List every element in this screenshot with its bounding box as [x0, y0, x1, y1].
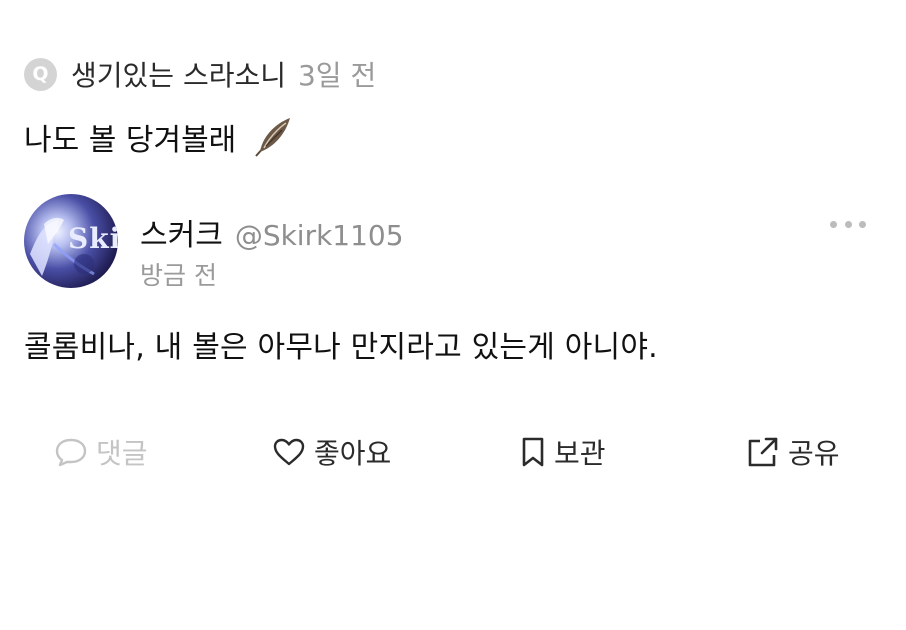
share-arrow-icon: [748, 437, 778, 467]
quoted-post-text: 나도 볼 당겨볼래: [24, 123, 237, 158]
author-line: 스커크 @Skirk1105: [140, 210, 404, 254]
save-button[interactable]: 보관: [520, 430, 606, 474]
comment-button[interactable]: 댓글: [54, 430, 148, 474]
action-bar: 댓글 좋아요 보관 공유: [0, 430, 906, 474]
more-dot: [830, 220, 837, 228]
q-badge-icon: Q: [24, 57, 57, 91]
author-display-name[interactable]: 스커크: [140, 210, 223, 254]
like-button[interactable]: 좋아요: [272, 430, 391, 474]
more-dots-icon[interactable]: [830, 216, 866, 232]
more-dot: [859, 220, 866, 228]
avatar-text: Ski: [68, 222, 118, 255]
quoted-post-text-row[interactable]: 나도 볼 당겨볼래: [24, 112, 296, 162]
avatar[interactable]: Ski: [24, 194, 118, 288]
feather-icon: [250, 114, 296, 160]
quoted-author-name[interactable]: 생기있는 스라소니: [71, 54, 286, 94]
share-button[interactable]: 공유: [746, 430, 840, 474]
author-handle[interactable]: @Skirk1105: [235, 219, 404, 252]
quoted-post-time: 3일 전: [297, 59, 377, 92]
like-label: 좋아요: [314, 437, 392, 470]
save-label: 보관: [554, 437, 606, 470]
bookmark-icon: [522, 437, 544, 467]
comment-label: 댓글: [96, 437, 148, 470]
post-body-text: 콜롬비나, 내 볼은 아무나 만지라고 있는게 아니야.: [24, 330, 658, 365]
speech-bubble-icon: [55, 438, 87, 467]
quoted-post-header: Q 생기있는 스라소니 3일 전: [24, 54, 376, 94]
more-dot: [844, 220, 852, 228]
post-time: 방금 전: [140, 261, 217, 290]
heart-icon: [273, 438, 305, 466]
share-label: 공유: [788, 437, 840, 470]
